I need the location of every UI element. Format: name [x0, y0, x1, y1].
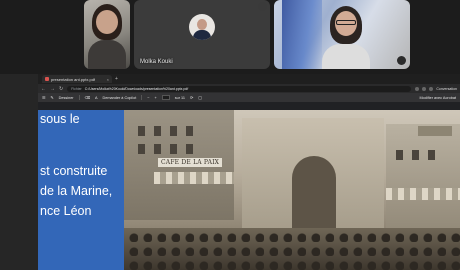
pdf-icon	[45, 77, 49, 81]
tab-presentation[interactable]: presentation ant.pptx.pdf ×	[42, 75, 112, 83]
slide-text-line: de la Marine,	[40, 184, 113, 198]
profile-icon[interactable]	[429, 86, 434, 91]
slide-text-line: sous le	[40, 112, 80, 126]
zoom-in-button[interactable]: +	[155, 96, 157, 100]
slide-text-line: st construite	[40, 164, 108, 178]
tab-bar: presentation ant.pptx.pdf × +	[38, 74, 460, 84]
edit-with-acrobat-button[interactable]: Modifier avec Acrobat	[419, 96, 456, 100]
pdf-viewer[interactable]: sous le st construite de la Marine, nce …	[38, 110, 460, 270]
participant-avatar	[189, 14, 215, 40]
highlight-icon[interactable]: ✎	[50, 95, 53, 100]
draw-button[interactable]: Dessiner	[59, 96, 74, 100]
ask-copilot-button[interactable]: Demander à Copilot	[103, 96, 137, 100]
glasses	[336, 20, 356, 25]
participant-tile-molka[interactable]: Molka Kouki	[134, 0, 270, 69]
divider	[78, 95, 80, 100]
slide-text-line: nce Léon	[40, 204, 92, 218]
screen: Molka Kouki presentation ant.pptx.pdf × …	[0, 0, 460, 270]
extensions-icon[interactable]	[422, 86, 427, 91]
close-tab-icon[interactable]: ×	[107, 77, 109, 82]
left-dark-area	[0, 74, 38, 270]
page-total: sur 11	[174, 95, 185, 100]
rotate-icon[interactable]: ⟳	[190, 95, 193, 100]
historical-photo: CAFE DE LA PAIX	[124, 110, 460, 270]
fit-page-icon[interactable]: ▢	[198, 95, 202, 100]
building-sign	[418, 126, 452, 136]
zoom-out-button[interactable]: −	[147, 96, 149, 100]
refresh-icon[interactable]: ↻	[59, 86, 63, 92]
menu-icon[interactable]: ☰	[42, 95, 45, 100]
participant-tile[interactable]	[84, 0, 130, 69]
url-scheme-label: Fichier	[71, 86, 82, 91]
participant-name: Molka Kouki	[140, 59, 173, 65]
divider	[141, 95, 143, 100]
url-path[interactable]: C:/Users/Molka%20Kouki/Downloads/present…	[85, 87, 189, 91]
cafe-sign: CAFE DE LA PAIX	[158, 158, 223, 167]
building-right	[386, 124, 460, 230]
shop-awning	[386, 188, 460, 200]
video-call-strip: Molka Kouki	[0, 0, 460, 74]
participant-body	[88, 40, 126, 69]
browser-window: presentation ant.pptx.pdf × + ← → ↻ Fich…	[0, 74, 460, 270]
participant-face	[96, 10, 118, 34]
slide-text-panel: sous le st construite de la Marine, nce …	[38, 110, 124, 270]
new-tab-button[interactable]: +	[115, 76, 118, 82]
more-options-icon[interactable]	[258, 2, 267, 11]
browser-actions: Conversation	[415, 86, 457, 91]
pdf-toolbar: ☰ ✎ Dessiner ⌫ A Demander à Copilot − + …	[38, 93, 460, 102]
address-bar-row: ← → ↻ Fichier C:/Users/Molka%20Kouki/Dow…	[38, 84, 460, 93]
flag-background	[282, 0, 322, 69]
tab-title: presentation ant.pptx.pdf	[51, 76, 96, 82]
copilot-button[interactable]: Conversation	[436, 87, 457, 91]
city-gate	[242, 118, 384, 230]
participant-body	[322, 44, 370, 69]
participant-tile[interactable]	[274, 0, 410, 69]
erase-icon[interactable]: ⌫	[85, 95, 90, 100]
crowd	[124, 228, 460, 270]
favorites-icon[interactable]	[415, 86, 420, 91]
page-number-input[interactable]	[161, 95, 170, 100]
read-aloud-icon[interactable]: A	[95, 96, 98, 100]
mic-icon[interactable]	[397, 56, 406, 65]
shop-awning	[154, 172, 234, 184]
address-bar[interactable]: Fichier C:/Users/Molka%20Kouki/Downloads…	[67, 85, 412, 92]
back-icon[interactable]: ←	[41, 86, 46, 92]
gate-arch	[292, 156, 336, 228]
forward-icon[interactable]: →	[50, 86, 55, 92]
